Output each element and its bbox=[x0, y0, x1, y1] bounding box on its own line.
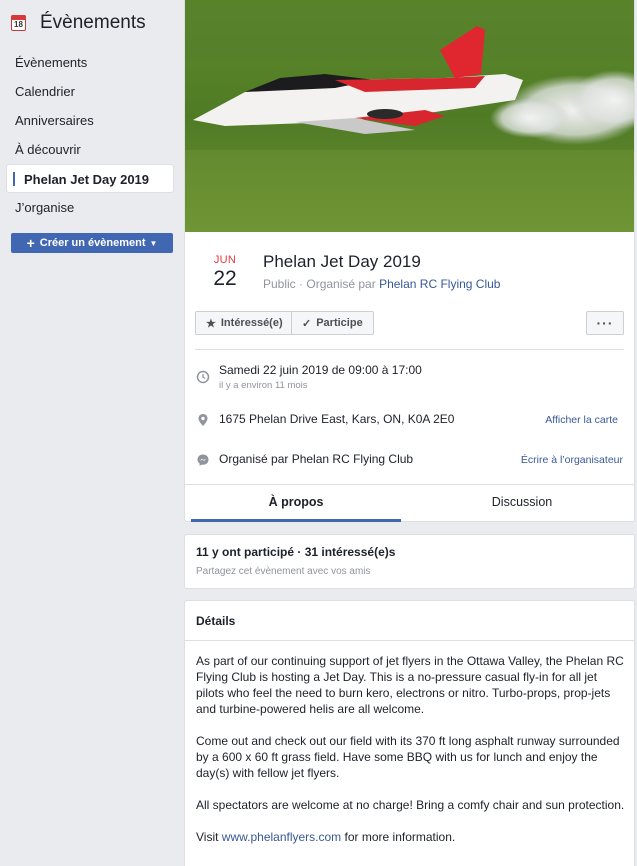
sidebar-item-current-event[interactable]: Phelan Jet Day 2019 bbox=[6, 164, 174, 193]
messenger-icon bbox=[197, 454, 209, 466]
divider bbox=[185, 640, 634, 641]
attendance-card: 11 y ont participé · 31 intéressé(e)s Pa… bbox=[184, 534, 635, 589]
attendance-summary: 11 y ont participé · 31 intéressé(e)s bbox=[196, 545, 396, 559]
going-button[interactable]: ✓ Participe bbox=[291, 311, 374, 335]
sidebar-item-hosting[interactable]: J’organise bbox=[6, 193, 174, 222]
show-map-link[interactable]: Afficher la carte bbox=[545, 414, 618, 426]
clock-icon bbox=[196, 370, 210, 384]
sidebar-title: Évènements bbox=[40, 12, 146, 33]
details-heading: Détails bbox=[196, 614, 236, 628]
website-link[interactable]: www.phelanflyers.com bbox=[222, 830, 341, 844]
details-paragraph: Visit www.phelanflyers.com for more info… bbox=[196, 829, 626, 845]
star-icon: ★ bbox=[206, 317, 216, 330]
sidebar: 18 Évènements Évènements Calendrier Anni… bbox=[0, 0, 183, 866]
event-cover-photo bbox=[185, 0, 634, 232]
caret-down-icon: ▼ bbox=[149, 238, 158, 248]
calendar-icon: 18 bbox=[11, 15, 26, 31]
calendar-icon-day: 18 bbox=[14, 20, 23, 29]
create-event-button[interactable]: + Créer un évènement ▼ bbox=[11, 233, 173, 253]
organizer-link[interactable]: Phelan RC Flying Club bbox=[379, 277, 500, 291]
event-address: 1675 Phelan Drive East, Kars, ON, K0A 2E… bbox=[219, 412, 455, 426]
event-date-badge: JUN 22 bbox=[207, 254, 243, 291]
contact-organizer-link[interactable]: Écrire à l’organisateur bbox=[521, 454, 623, 466]
tab-discussion[interactable]: Discussion bbox=[417, 485, 627, 521]
share-prompt[interactable]: Partagez cet évènement avec vos amis bbox=[196, 566, 371, 577]
details-body: As part of our continuing support of jet… bbox=[196, 653, 626, 861]
details-paragraph: Come out and check out our field with it… bbox=[196, 734, 620, 780]
event-relative-time: il y a environ 11 mois bbox=[219, 380, 308, 391]
location-pin-icon bbox=[198, 414, 208, 426]
details-paragraph: All spectators are welcome at no charge!… bbox=[196, 798, 625, 812]
interested-button[interactable]: ★ Intéressé(e) bbox=[195, 311, 292, 335]
event-tabs: À propos Discussion bbox=[185, 484, 634, 523]
event-subtitle: Public · Organisé par Phelan RC Flying C… bbox=[263, 277, 501, 291]
divider bbox=[195, 349, 624, 350]
interested-label: Intéressé(e) bbox=[220, 317, 283, 329]
visit-prefix: Visit bbox=[196, 830, 222, 844]
plus-icon: + bbox=[26, 235, 35, 251]
sidebar-item-discover[interactable]: À découvrir bbox=[6, 135, 174, 164]
sidebar-nav: Évènements Calendrier Anniversaires À dé… bbox=[6, 48, 174, 222]
more-options-button[interactable]: ··· bbox=[586, 311, 624, 335]
event-privacy: Public bbox=[263, 277, 296, 291]
visit-suffix: for more information. bbox=[341, 830, 456, 844]
event-card: JUN 22 Phelan Jet Day 2019 Public · Orga… bbox=[184, 0, 635, 522]
event-title: Phelan Jet Day 2019 bbox=[263, 252, 421, 271]
details-paragraph: As part of our continuing support of jet… bbox=[196, 654, 624, 716]
tab-about[interactable]: À propos bbox=[191, 485, 401, 522]
details-card: Détails As part of our continuing suppor… bbox=[184, 600, 635, 866]
event-organizer-line: Organisé par Phelan RC Flying Club bbox=[219, 452, 414, 466]
event-datetime: Samedi 22 juin 2019 de 09:00 à 17:00 bbox=[219, 363, 422, 377]
sidebar-item-birthdays[interactable]: Anniversaires bbox=[6, 106, 174, 135]
going-label: Participe bbox=[316, 317, 363, 329]
checkmark-icon: ✓ bbox=[302, 317, 312, 330]
sidebar-item-events[interactable]: Évènements bbox=[6, 48, 174, 77]
event-month: JUN bbox=[213, 254, 237, 266]
sidebar-item-calendar[interactable]: Calendrier bbox=[6, 77, 174, 106]
event-day: 22 bbox=[213, 267, 237, 290]
create-event-label: Créer un évènement bbox=[39, 237, 146, 249]
sidebar-header: 18 Évènements bbox=[11, 12, 146, 34]
organized-by-prefix: Organisé par bbox=[306, 277, 376, 291]
